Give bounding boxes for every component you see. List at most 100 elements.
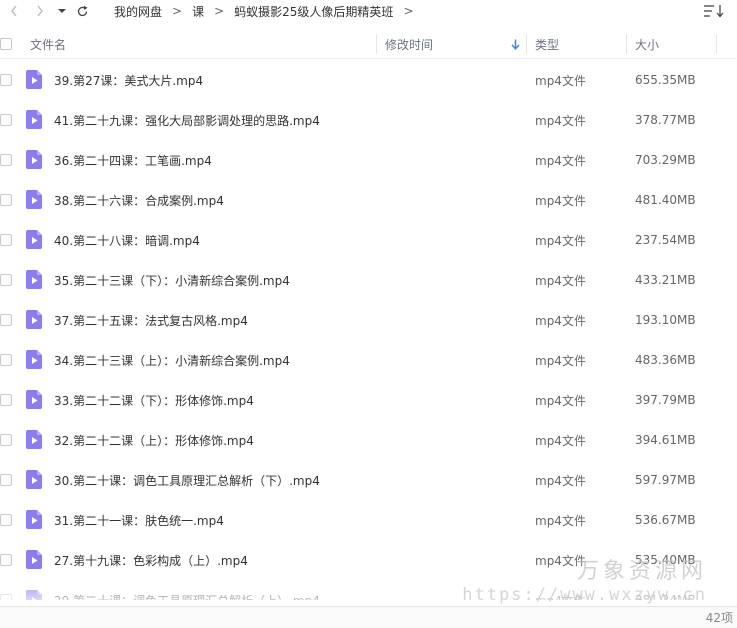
- row-checkbox[interactable]: [0, 274, 12, 286]
- file-name[interactable]: 27.第十九课：色彩构成（上）.mp4: [54, 540, 248, 580]
- file-row[interactable]: 32.第二十二课（上）：形体修饰.mp4 mp4文件 394.61MB: [0, 420, 737, 460]
- video-file-icon: [26, 470, 42, 489]
- video-file-icon: [26, 350, 42, 369]
- video-file-icon: [26, 550, 42, 569]
- sort-desc-icon[interactable]: [511, 30, 520, 58]
- file-list: 39.第27课：美式大片.mp4 mp4文件 655.35MB 41.第二十九课：强化…: [0, 60, 737, 600]
- file-type: mp4文件: [535, 273, 586, 288]
- file-row[interactable]: 40.第二十八课：暗调.mp4 mp4文件 237.54MB: [0, 220, 737, 260]
- file-row[interactable]: 34.第二十三课（上）：小清新综合案例.mp4 mp4文件 483.36MB: [0, 340, 737, 380]
- back-icon[interactable]: [6, 0, 22, 22]
- breadcrumb-item-course[interactable]: 课: [192, 3, 204, 20]
- column-type[interactable]: 类型: [535, 30, 559, 58]
- status-bar: 42项: [0, 606, 737, 628]
- row-checkbox[interactable]: [0, 474, 12, 486]
- breadcrumb-separator: >: [172, 4, 183, 18]
- file-size: 535.40MB: [635, 553, 696, 567]
- file-row[interactable]: 31.第二十一课：肤色统一.mp4 mp4文件 536.67MB: [0, 500, 737, 540]
- file-name[interactable]: 40.第二十八课：暗调.mp4: [54, 220, 200, 260]
- row-checkbox[interactable]: [0, 354, 12, 366]
- file-row[interactable]: 33.第二十二课（下）：形体修饰.mp4 mp4文件 397.79MB: [0, 380, 737, 420]
- item-count: 42项: [705, 611, 733, 625]
- row-checkbox[interactable]: [0, 434, 12, 446]
- file-name[interactable]: 32.第二十二课（上）：形体修饰.mp4: [54, 420, 254, 460]
- row-checkbox[interactable]: [0, 314, 12, 326]
- file-type: mp4文件: [535, 153, 586, 168]
- file-size: 397.79MB: [635, 393, 696, 407]
- file-row[interactable]: 41.第二十九课：强化大局部影调处理的思路.mp4 mp4文件 378.77MB: [0, 100, 737, 140]
- row-checkbox[interactable]: [0, 514, 12, 526]
- breadcrumb-separator: >: [403, 4, 414, 18]
- file-type: mp4文件: [535, 473, 586, 488]
- refresh-icon[interactable]: [74, 0, 90, 22]
- row-checkbox[interactable]: [0, 114, 12, 126]
- file-name[interactable]: 31.第二十一课：肤色统一.mp4: [54, 500, 224, 540]
- video-file-icon: [26, 510, 42, 529]
- file-size: 703.29MB: [635, 153, 696, 167]
- file-type: mp4文件: [535, 513, 586, 528]
- row-checkbox[interactable]: [0, 154, 12, 166]
- video-file-icon: [26, 230, 42, 249]
- file-row[interactable]: 38.第二十六课：合成案例.mp4 mp4文件 481.40MB: [0, 180, 737, 220]
- file-name[interactable]: 30.第二十课：调色工具原理汇总解析（下）.mp4: [54, 460, 320, 500]
- breadcrumb-item-current[interactable]: 蚂蚁摄影25级人像后期精英班: [234, 3, 393, 20]
- video-file-icon: [26, 390, 42, 409]
- file-type: mp4文件: [535, 393, 586, 408]
- list-fade: [0, 575, 737, 605]
- file-size: 536.67MB: [635, 513, 696, 527]
- column-modified[interactable]: 修改时间: [385, 30, 433, 58]
- file-name[interactable]: 41.第二十九课：强化大局部影调处理的思路.mp4: [54, 100, 320, 140]
- row-checkbox[interactable]: [0, 394, 12, 406]
- file-type: mp4文件: [535, 553, 586, 568]
- file-row[interactable]: 37.第二十五课：法式复古风格.mp4 mp4文件 193.10MB: [0, 300, 737, 340]
- row-checkbox[interactable]: [0, 554, 12, 566]
- breadcrumb-item-home[interactable]: 我的网盘: [114, 3, 162, 20]
- video-file-icon: [26, 150, 42, 169]
- video-file-icon: [26, 430, 42, 449]
- column-name[interactable]: 文件名: [30, 30, 66, 58]
- file-name[interactable]: 35.第二十三课（下）：小清新综合案例.mp4: [54, 260, 290, 300]
- column-size[interactable]: 大小: [635, 30, 659, 58]
- file-type: mp4文件: [535, 233, 586, 248]
- file-size: 655.35MB: [635, 73, 696, 87]
- column-divider[interactable]: [626, 34, 627, 54]
- column-divider[interactable]: [716, 34, 717, 54]
- file-type: mp4文件: [535, 73, 586, 88]
- file-row[interactable]: 39.第27课：美式大片.mp4 mp4文件 655.35MB: [0, 60, 737, 100]
- file-name[interactable]: 33.第二十二课（下）：形体修饰.mp4: [54, 380, 254, 420]
- file-row[interactable]: 30.第二十课：调色工具原理汇总解析（下）.mp4 mp4文件 597.97MB: [0, 460, 737, 500]
- select-all-checkbox[interactable]: [0, 30, 12, 58]
- sort-icon[interactable]: [703, 0, 725, 22]
- file-type: mp4文件: [535, 313, 586, 328]
- video-file-icon: [26, 270, 42, 289]
- forward-icon[interactable]: [32, 0, 48, 22]
- toolbar: 我的网盘 > 课 > 蚂蚁摄影25级人像后期精英班 >: [0, 0, 737, 22]
- file-size: 394.61MB: [635, 433, 696, 447]
- file-name[interactable]: 39.第27课：美式大片.mp4: [54, 60, 203, 100]
- file-size: 483.36MB: [635, 353, 696, 367]
- column-header: 文件名 修改时间 类型 大小: [0, 30, 737, 59]
- video-file-icon: [26, 190, 42, 209]
- column-divider[interactable]: [526, 34, 527, 54]
- file-row[interactable]: 27.第十九课：色彩构成（上）.mp4 mp4文件 535.40MB: [0, 540, 737, 580]
- breadcrumb: 我的网盘 > 课 > 蚂蚁摄影25级人像后期精英班 >: [114, 0, 424, 22]
- dropdown-icon[interactable]: [56, 0, 68, 22]
- row-checkbox[interactable]: [0, 74, 12, 86]
- row-checkbox[interactable]: [0, 194, 12, 206]
- column-divider[interactable]: [376, 34, 377, 54]
- file-name[interactable]: 37.第二十五课：法式复古风格.mp4: [54, 300, 248, 340]
- file-size: 597.97MB: [635, 473, 696, 487]
- file-row[interactable]: 35.第二十三课（下）：小清新综合案例.mp4 mp4文件 433.21MB: [0, 260, 737, 300]
- video-file-icon: [26, 70, 42, 89]
- row-checkbox[interactable]: [0, 234, 12, 246]
- file-size: 193.10MB: [635, 313, 696, 327]
- file-row[interactable]: 36.第二十四课：工笔画.mp4 mp4文件 703.29MB: [0, 140, 737, 180]
- file-name[interactable]: 36.第二十四课：工笔画.mp4: [54, 140, 212, 180]
- file-name[interactable]: 38.第二十六课：合成案例.mp4: [54, 180, 224, 220]
- file-size: 481.40MB: [635, 193, 696, 207]
- video-file-icon: [26, 310, 42, 329]
- file-type: mp4文件: [535, 113, 586, 128]
- file-size: 433.21MB: [635, 273, 696, 287]
- file-name[interactable]: 34.第二十三课（上）：小清新综合案例.mp4: [54, 340, 290, 380]
- file-size: 237.54MB: [635, 233, 696, 247]
